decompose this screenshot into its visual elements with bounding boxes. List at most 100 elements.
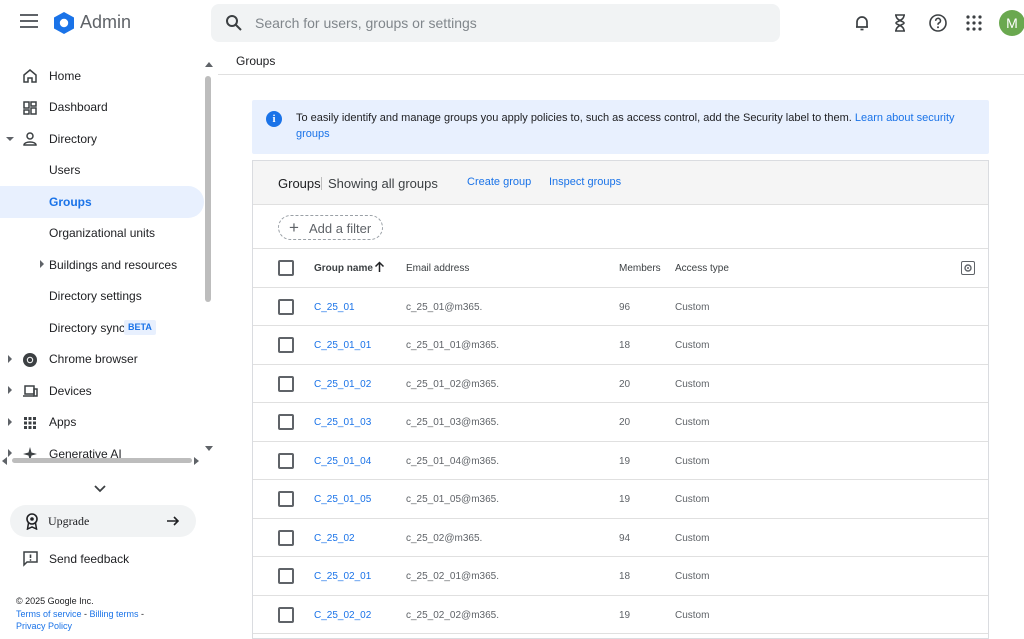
sidebar-nav: Home Dashboard Directory Users Groups Or… bbox=[0, 60, 204, 500]
row-checkbox[interactable] bbox=[278, 375, 294, 392]
select-all-checkbox[interactable] bbox=[278, 260, 294, 276]
row-checkbox[interactable] bbox=[278, 298, 294, 315]
scroll-left-icon[interactable] bbox=[2, 457, 7, 465]
sidebar-item-users[interactable]: Users bbox=[0, 155, 204, 187]
sidebar-horizontal-scrollbar[interactable] bbox=[2, 456, 200, 465]
row-checkbox[interactable] bbox=[278, 491, 294, 507]
column-access-type[interactable]: Access type bbox=[675, 263, 729, 274]
group-members: 18 bbox=[619, 340, 631, 351]
avatar[interactable]: M bbox=[999, 10, 1024, 36]
app-title[interactable]: Admin bbox=[80, 12, 131, 33]
chevron-down-icon[interactable] bbox=[6, 137, 14, 141]
upgrade-button[interactable]: Upgrade bbox=[10, 505, 196, 537]
breadcrumb[interactable]: Groups bbox=[236, 54, 275, 68]
group-name-link[interactable]: C_25_02_02 bbox=[314, 610, 371, 621]
row-checkbox[interactable] bbox=[278, 568, 294, 584]
column-group-name[interactable]: Group name bbox=[314, 263, 373, 274]
row-checkbox[interactable] bbox=[278, 414, 294, 430]
terms-link[interactable]: Terms of service bbox=[16, 609, 82, 619]
admin-logo-icon[interactable] bbox=[52, 11, 76, 35]
row-checkbox[interactable] bbox=[278, 606, 294, 623]
column-settings-icon[interactable] bbox=[961, 261, 975, 275]
sidebar-footer: © 2025 Google Inc. Terms of service - Bi… bbox=[16, 596, 145, 631]
help-icon[interactable] bbox=[928, 13, 948, 33]
group-members: 19 bbox=[619, 609, 631, 621]
group-access-type: Custom bbox=[675, 301, 710, 313]
scroll-right-icon[interactable] bbox=[194, 457, 199, 465]
send-feedback-button[interactable]: Send feedback bbox=[0, 544, 200, 572]
create-group-button[interactable]: Create group bbox=[467, 176, 531, 188]
table-row[interactable]: C_25_02_01 c_25_02_01@m365. 18 Custom bbox=[253, 557, 988, 596]
group-name-link[interactable]: C_25_01_01 bbox=[314, 340, 371, 351]
group-access-type: Custom bbox=[675, 340, 710, 351]
group-email: c_25_01_03@m365. bbox=[406, 417, 499, 428]
apps-grid-icon[interactable] bbox=[964, 13, 984, 33]
column-email-address[interactable]: Email address bbox=[406, 263, 469, 274]
sidebar-item-directory-settings[interactable]: Directory settings bbox=[0, 281, 204, 313]
bell-icon[interactable] bbox=[852, 13, 872, 33]
table-row[interactable]: C_25_01_01 c_25_01_01@m365. 18 Custom bbox=[253, 326, 988, 365]
group-name-link[interactable]: C_25_01_03 bbox=[314, 417, 371, 428]
sort-ascending-icon[interactable] bbox=[374, 261, 385, 273]
sidebar-item-home[interactable]: Home bbox=[0, 60, 204, 92]
group-members: 96 bbox=[619, 301, 631, 313]
group-name-link[interactable]: C_25_02_01 bbox=[314, 571, 371, 582]
billing-terms-link[interactable]: Billing terms bbox=[90, 609, 139, 619]
sidebar-item-groups[interactable]: Groups bbox=[0, 186, 204, 218]
sidebar-item-devices[interactable]: Devices bbox=[0, 375, 204, 407]
sidebar-scrollbar[interactable] bbox=[204, 62, 213, 502]
row-checkbox[interactable] bbox=[278, 337, 294, 353]
scroll-up-icon[interactable] bbox=[205, 62, 213, 67]
sidebar-item-apps[interactable]: Apps bbox=[0, 407, 204, 439]
privacy-link[interactable]: Privacy Policy bbox=[16, 621, 72, 631]
sidebar-item-chrome-browser[interactable]: Chrome browser bbox=[0, 344, 204, 376]
menu-icon[interactable] bbox=[20, 14, 38, 32]
group-email: c_25_01_01@m365. bbox=[406, 340, 499, 351]
column-members[interactable]: Members bbox=[619, 263, 661, 274]
group-name-link[interactable]: C_25_01 bbox=[314, 302, 355, 313]
group-name-link[interactable]: C_25_01_04 bbox=[314, 456, 371, 467]
group-name-link[interactable]: C_25_01_05 bbox=[314, 494, 371, 505]
group-members: 19 bbox=[619, 455, 631, 467]
chevron-right-icon[interactable] bbox=[8, 386, 12, 394]
card-subtitle: Showing all groups bbox=[328, 176, 438, 191]
group-name-link[interactable]: C_25_01_02 bbox=[314, 379, 371, 390]
row-checkbox[interactable] bbox=[278, 529, 294, 546]
group-access-type: Custom bbox=[675, 571, 710, 582]
group-name-link[interactable]: C_25_02 bbox=[314, 533, 355, 544]
group-access-type: Custom bbox=[675, 494, 710, 505]
table-row[interactable]: C_25_02_02 c_25_02_02@m365. 19 Custom bbox=[253, 596, 988, 634]
sidebar-item-directory[interactable]: Directory bbox=[0, 123, 204, 155]
table-row[interactable]: C_25_01_04 c_25_01_04@m365. 19 Custom bbox=[253, 442, 988, 480]
banner-message: To easily identify and manage groups you… bbox=[296, 112, 852, 124]
table-row[interactable]: C_25_02 c_25_02@m365. 94 Custom bbox=[253, 519, 988, 557]
chevron-right-icon[interactable] bbox=[8, 354, 12, 363]
table-row[interactable]: C_25_01_02 c_25_01_02@m365. 20 Custom bbox=[253, 365, 988, 403]
group-email: c_25_01_04@m365. bbox=[406, 455, 499, 467]
scroll-down-icon[interactable] bbox=[205, 446, 213, 451]
table-row[interactable]: C_25_01 c_25_01@m365. 96 Custom bbox=[253, 288, 988, 326]
search-bar[interactable] bbox=[211, 4, 780, 42]
chevron-right-icon[interactable] bbox=[40, 260, 44, 268]
gear-icon bbox=[964, 264, 972, 272]
row-checkbox[interactable] bbox=[278, 452, 294, 469]
group-email: c_25_01_05@m365. bbox=[406, 494, 499, 505]
chevron-down-icon[interactable] bbox=[92, 480, 108, 496]
inspect-groups-button[interactable]: Inspect groups bbox=[549, 176, 621, 188]
chevron-right-icon[interactable] bbox=[8, 417, 12, 426]
sidebar-item-buildings[interactable]: Buildings and resources bbox=[0, 249, 204, 281]
add-filter-button[interactable]: + Add a filter bbox=[278, 215, 383, 240]
sidebar-item-label: Users bbox=[49, 163, 81, 178]
scroll-thumb[interactable] bbox=[205, 76, 211, 302]
hourglass-icon[interactable] bbox=[890, 13, 910, 33]
table-row[interactable]: C_25_01_03 c_25_01_03@m365. 20 Custom bbox=[253, 403, 988, 442]
search-input[interactable] bbox=[255, 12, 755, 34]
main-content: Groups i To easily identify and manage g… bbox=[218, 46, 1024, 639]
info-icon: i bbox=[266, 111, 282, 127]
table-row[interactable]: C_25_01_05 c_25_01_05@m365. 19 Custom bbox=[253, 480, 988, 519]
scroll-thumb[interactable] bbox=[12, 458, 192, 463]
sidebar-item-organizational-units[interactable]: Organizational units bbox=[0, 218, 204, 250]
sidebar: Home Dashboard Directory Users Groups Or… bbox=[0, 46, 215, 639]
sidebar-item-directory-sync[interactable]: Directory sync BETA bbox=[0, 312, 204, 344]
sidebar-item-dashboard[interactable]: Dashboard bbox=[0, 92, 204, 124]
